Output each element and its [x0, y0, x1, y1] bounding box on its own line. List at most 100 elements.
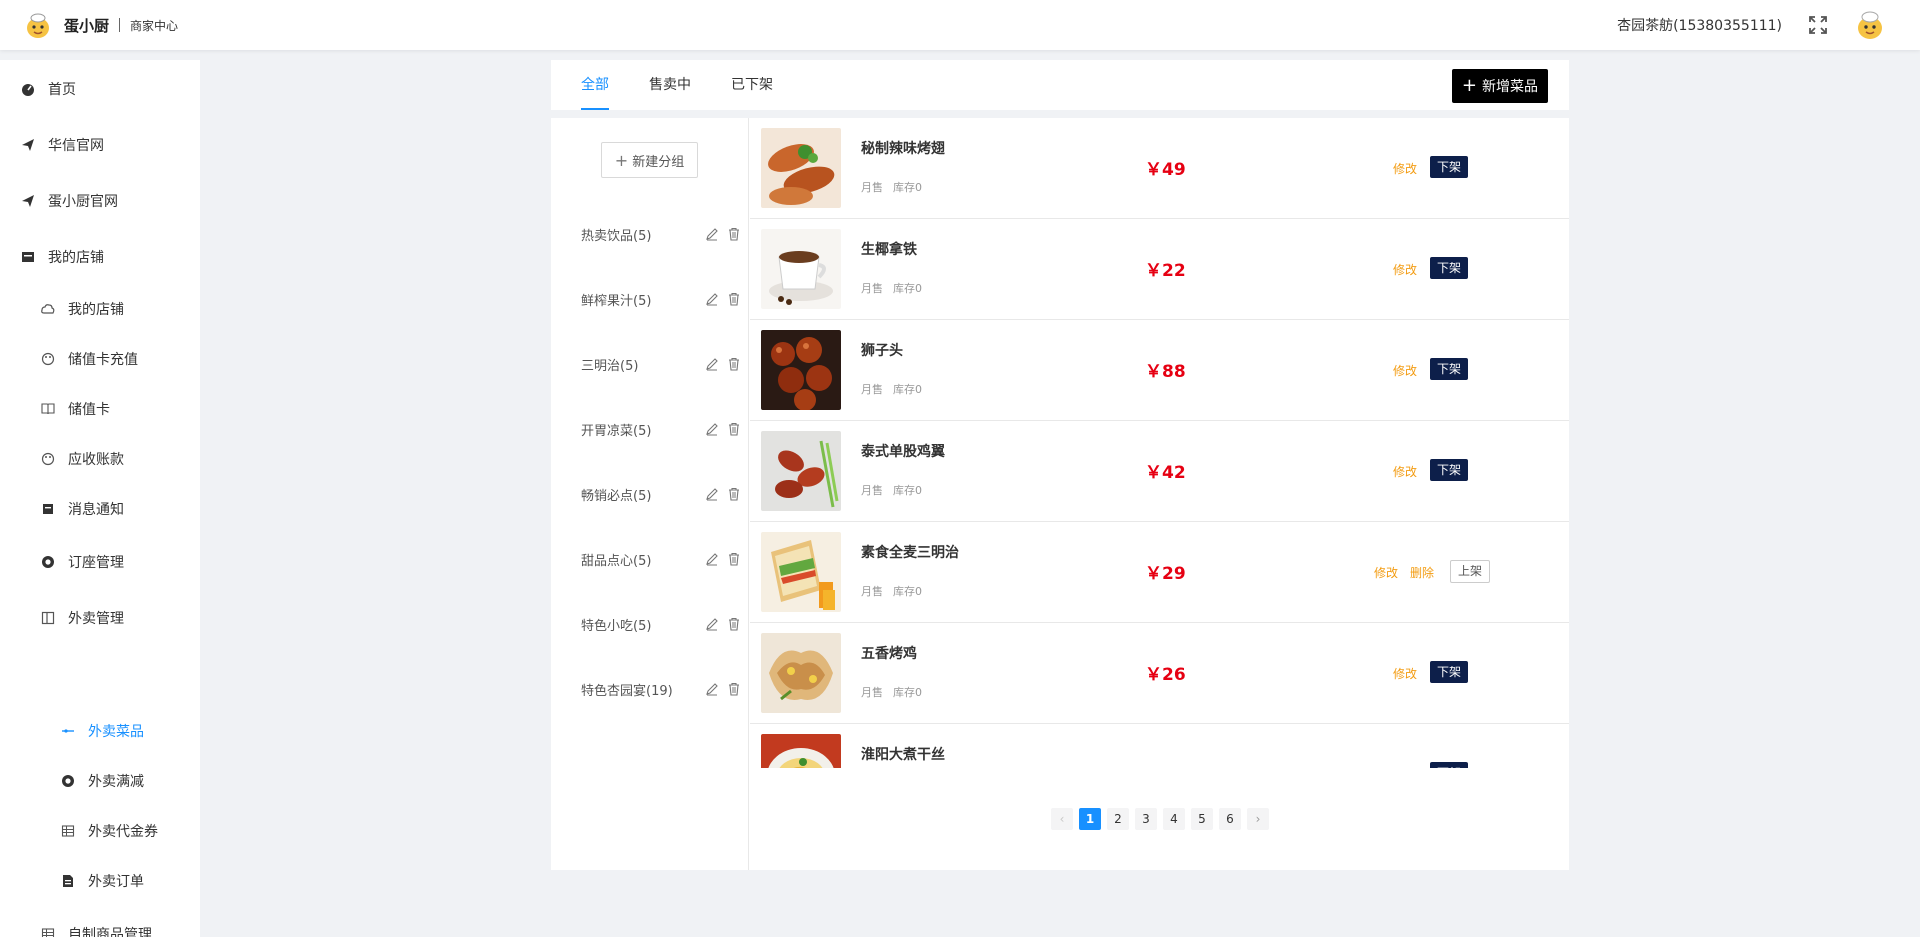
edit-dish-button[interactable]: 修改	[1393, 261, 1417, 278]
group-row[interactable]: 甜品点心(5)	[581, 549, 741, 569]
trash-icon[interactable]	[727, 617, 741, 631]
delist-dish-button[interactable]: 下架	[1430, 661, 1469, 683]
delist-dish-button[interactable]: 下架	[1430, 257, 1469, 279]
tab-off-shelf[interactable]: 已下架	[731, 60, 773, 110]
delist-dish-button[interactable]: 下架	[1430, 358, 1469, 380]
trash-icon[interactable]	[727, 227, 741, 241]
sidebar-item-danxiaochu[interactable]: 蛋小厨官网	[20, 192, 220, 210]
group-name[interactable]: 三明治(5)	[581, 355, 697, 374]
group-name[interactable]: 甜品点心(5)	[581, 550, 697, 569]
dish-image[interactable]	[761, 431, 841, 511]
group-name[interactable]: 畅销必点(5)	[581, 485, 697, 504]
group-row[interactable]: 热卖饮品(5)	[581, 224, 741, 244]
group-name[interactable]: 开胃凉菜(5)	[581, 420, 697, 439]
sidebar-item-receivables[interactable]: 应收账款	[40, 450, 240, 468]
next-page-button[interactable]: ›	[1247, 808, 1269, 830]
group-row[interactable]: 鲜榨果汁(5)	[581, 289, 741, 309]
sidebar-item-takeout-dishes[interactable]: 外卖菜品	[60, 722, 260, 740]
brand-name: 蛋小厨	[64, 16, 110, 35]
trash-icon[interactable]	[727, 422, 741, 436]
trash-icon[interactable]	[727, 682, 741, 696]
dish-image[interactable]	[761, 229, 841, 309]
page-button[interactable]: 2	[1107, 808, 1129, 830]
sidebar-item-custom-goods[interactable]: 自制商品管理	[40, 925, 240, 937]
dish-image[interactable]	[761, 330, 841, 410]
add-dish-button[interactable]: + 新增菜品	[1451, 69, 1548, 103]
edit-dish-button[interactable]: 修改	[1393, 160, 1417, 177]
sidebar-item-my-shop[interactable]: 我的店铺	[20, 248, 220, 266]
sidebar-item-huaxin[interactable]: 华信官网	[20, 136, 220, 154]
list-dish-button[interactable]: 上架	[1450, 560, 1491, 583]
new-group-button[interactable]: + 新建分组	[601, 142, 698, 178]
brand-logo[interactable]	[22, 9, 54, 41]
edit-icon[interactable]	[705, 227, 719, 241]
sidebar-item-my-shop-sub[interactable]: 我的店铺	[40, 300, 240, 318]
edit-icon[interactable]	[705, 682, 719, 696]
edit-icon[interactable]	[705, 292, 719, 306]
sidebar-item-takeout[interactable]: 外卖管理	[40, 609, 240, 627]
trash-icon[interactable]	[727, 357, 741, 371]
dish-image[interactable]	[761, 734, 841, 768]
dish-image[interactable]	[761, 633, 841, 713]
brand-subtitle: 商家中心	[130, 18, 179, 33]
prev-page-button[interactable]: ‹	[1051, 808, 1073, 830]
sidebar-item-card-recharge[interactable]: 储值卡充值	[40, 350, 240, 368]
edit-icon[interactable]	[705, 487, 719, 501]
edit-dish-button[interactable]: 修改	[1393, 463, 1417, 480]
edit-icon[interactable]	[705, 357, 719, 371]
group-row[interactable]: 畅销必点(5)	[581, 484, 741, 504]
tab-on-sale[interactable]: 售卖中	[649, 60, 691, 110]
page-button[interactable]: 5	[1191, 808, 1213, 830]
group-row[interactable]: 特色小吃(5)	[581, 614, 741, 634]
page-button[interactable]: 6	[1219, 808, 1241, 830]
group-name[interactable]: 热卖饮品(5)	[581, 225, 697, 244]
group-name[interactable]: 特色小吃(5)	[581, 615, 697, 634]
page-button[interactable]: 3	[1135, 808, 1157, 830]
fullscreen-icon[interactable]	[1808, 15, 1828, 35]
dish-name: 生椰拿铁	[861, 242, 917, 258]
monthly-sales: 月售	[861, 484, 883, 497]
page-button[interactable]: 4	[1163, 808, 1185, 830]
sidebar-item-home[interactable]: 首页	[20, 80, 220, 98]
edit-icon[interactable]	[705, 617, 719, 631]
trash-icon[interactable]	[727, 552, 741, 566]
dish-price: ￥88	[1145, 362, 1186, 382]
dish-image[interactable]	[761, 532, 841, 612]
trash-icon[interactable]	[727, 487, 741, 501]
sidebar-item-stored-card[interactable]: 储值卡	[40, 400, 240, 418]
edit-icon[interactable]	[705, 422, 719, 436]
shop-name[interactable]: 杏园茶舫(15380355111)	[1617, 15, 1782, 35]
sidebar-item-takeout-coupons[interactable]: 外卖代金券	[60, 822, 260, 840]
sidebar-item-label: 首页	[48, 82, 76, 98]
group-name[interactable]: 特色杏园宴(19)	[581, 680, 697, 699]
edit-icon[interactable]	[705, 552, 719, 566]
group-row[interactable]: 开胃凉菜(5)	[581, 419, 741, 439]
group-name[interactable]: 鲜榨果汁(5)	[581, 290, 697, 309]
delist-dish-button[interactable]: 下架	[1430, 156, 1469, 178]
group-row[interactable]: 特色杏园宴(19)	[581, 679, 741, 699]
sidebar-item-messages[interactable]: 消息通知	[40, 500, 240, 518]
delist-dish-button[interactable]: 下架	[1430, 459, 1469, 481]
tab-all[interactable]: 全部	[581, 60, 609, 110]
dish-image[interactable]	[761, 128, 841, 208]
trash-icon[interactable]	[727, 292, 741, 306]
delist-dish-button[interactable]: 下架	[1430, 762, 1469, 768]
edit-dish-button[interactable]: 修改	[1393, 362, 1417, 379]
group-panel: + 新建分组 热卖饮品(5) 鲜榨果汁(5) 三明治(5) 开胃凉菜(5) 畅销必点(5…	[551, 118, 749, 870]
sidebar-item-label: 储值卡充值	[68, 352, 138, 368]
brand-divider	[119, 18, 121, 32]
delete-dish-button[interactable]: 删除	[1410, 564, 1434, 581]
edit-dish-button[interactable]: 修改	[1393, 766, 1417, 768]
edit-dish-button[interactable]: 修改	[1393, 665, 1417, 682]
sidebar-item-takeout-orders[interactable]: 外卖订单	[60, 872, 260, 890]
group-row[interactable]: 三明治(5)	[581, 354, 741, 374]
edit-dish-button[interactable]: 修改	[1374, 564, 1398, 581]
sidebar: 首页 华信官网 蛋小厨官网 我的店铺 我的店铺 储值卡充值 储值卡 应收账款 消…	[0, 60, 200, 937]
sidebar-item-label: 外卖订单	[88, 874, 144, 890]
sidebar-item-label: 我的店铺	[68, 302, 124, 318]
plus-icon: +	[1461, 75, 1477, 96]
page-button[interactable]: 1	[1079, 808, 1101, 830]
avatar[interactable]	[1854, 9, 1886, 41]
sidebar-item-booking[interactable]: 订座管理	[40, 553, 240, 571]
sidebar-item-takeout-discount[interactable]: 外卖满减	[60, 772, 260, 790]
